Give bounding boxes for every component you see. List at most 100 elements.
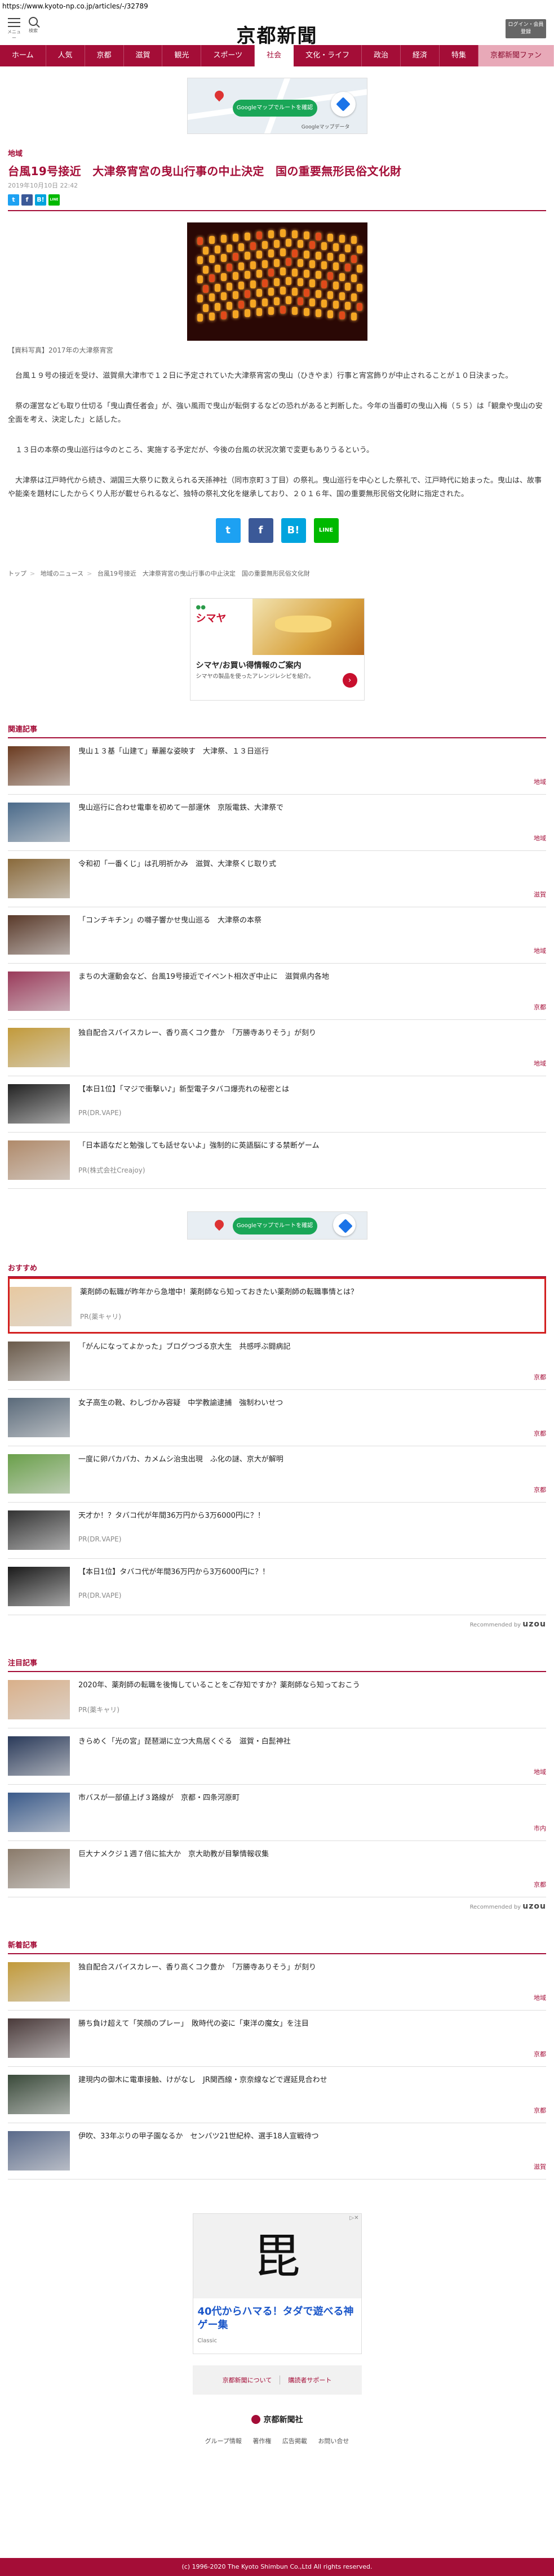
list-item-title[interactable]: 独自配合スパイスカレー、香り高くコク豊か 「万勝寺ありそう」が刻り [78,1962,540,1973]
hatena-icon[interactable]: B! [35,194,46,206]
nav-kyoto[interactable]: 京都 [85,45,124,66]
list-item-title[interactable]: 独自配合スパイスカレー、香り高くコク豊か 「万勝寺ありそう」が刻り [78,1028,540,1039]
directions-icon[interactable] [330,92,356,117]
list-item[interactable]: 「コンチキチン」の囃子響かせ曳山巡る 大津祭の本祭地域 [8,907,546,964]
category-tag[interactable]: 京都 [534,1485,546,1494]
nav-home[interactable]: ホーム [0,45,46,66]
list-item-title[interactable]: 建現内の御木に電車接触、けがなし JR関西線・京奈線などで遅延見合わせ [78,2075,540,2086]
category-tag[interactable]: 京都 [534,2049,546,2058]
article-thumbnail[interactable] [8,2131,70,2171]
category-tag[interactable]: 京都 [534,2106,546,2115]
list-item-title[interactable]: 2020年、薬剤師の転職を後悔していることをご存知ですか？薬剤師なら知っておこう [78,1680,540,1691]
article-thumbnail[interactable] [8,971,70,1011]
nav-features[interactable]: 特集 [440,45,478,66]
list-item-title[interactable]: 「コンチキチン」の囃子響かせ曳山巡る 大津祭の本祭 [78,915,540,926]
list-item[interactable]: 勝ち負け超えて「笑顔のプレー」 敗時代の姿に「東洋の魔女」を注目京都 [8,2011,546,2067]
article-thumbnail[interactable] [8,1567,70,1606]
footer-link-copyright[interactable]: 著作権 [252,2437,271,2445]
facebook-icon[interactable]: f [21,194,33,206]
footer-link-ads[interactable]: 広告掲載 [282,2437,307,2445]
list-item-title[interactable]: まちの大運動会など、台風19号接近でイベント相次ぎ中止に 滋賀県内各地 [78,971,540,983]
login-button[interactable]: ログイン・会員 登録 [506,19,546,38]
breadcrumb-top[interactable]: トップ [8,570,26,577]
list-item[interactable]: 建現内の御木に電車接触、けがなし JR関西線・京奈線などで遅延見合わせ京都 [8,2067,546,2123]
twitter-icon[interactable]: t [215,518,241,543]
article-thumbnail[interactable] [8,1454,70,1494]
article-thumbnail[interactable] [8,915,70,955]
list-item[interactable]: 巨大ナメクジ１週７倍に拡大か 京大助教が目撃情報収集京都 [8,1841,546,1897]
list-item-title[interactable]: きらめく「光の宮」琵琶湖に立つ大鳥居くぐる 滋賀・白髭神社 [78,1736,540,1748]
article-thumbnail[interactable] [8,2075,70,2114]
article-thumbnail[interactable] [8,746,70,786]
list-item-title[interactable]: 曳山１３基「山建て」華麗な姿映す 大津祭、１３日巡行 [78,746,540,757]
nav-economy[interactable]: 経済 [401,45,440,66]
list-item[interactable]: 独自配合スパイスカレー、香り高くコク豊か 「万勝寺ありそう」が刻り地域 [8,1020,546,1076]
recommend-credit[interactable]: Recommended by uzou [0,1620,554,1629]
nav-society[interactable]: 社会 [255,45,294,66]
list-item[interactable]: 「がんになってよかった」ブログつづる京大生 共感呼ぶ闘病記京都 [8,1334,546,1390]
nav-tourism[interactable]: 観光 [162,45,202,66]
list-item[interactable]: 【本日1位】「マジで衝撃い♪」新型電子タバコ爆売れの秘密とは PR(DR.VAPE… [8,1076,546,1133]
category-tag[interactable]: 地域 [534,946,546,955]
facebook-icon[interactable]: f [248,518,273,543]
list-item[interactable]: 女子高生の靴、わしづかみ容疑 中学教諭逮捕 強制わいせつ 京都 [8,1390,546,1446]
category-tag[interactable]: 地域 [534,1767,546,1776]
category-tag[interactable]: 京都 [534,1880,546,1889]
list-item[interactable]: 独自配合スパイスカレー、香り高くコク豊か 「万勝寺ありそう」が刻り 地域 [8,1954,546,2011]
map-ad-mid[interactable]: Googleマップでルートを確認 [187,1211,367,1240]
article-photo[interactable] [187,222,367,341]
featured-credit[interactable]: Recommended by uzou [0,1902,554,1911]
footer-link-contact[interactable]: お問い合せ [318,2437,349,2445]
line-icon[interactable]: LINE [313,518,339,543]
nav-sports[interactable]: スポーツ [201,45,255,66]
list-item[interactable]: 「日本語なだと勉強しても話せないよ」強制的に英語脳にする禁断ゲーム PR(株式会社… [8,1133,546,1189]
map-route-button[interactable]: Googleマップでルートを確認 [232,100,317,117]
list-item-title[interactable]: 巨大ナメクジ１週７倍に拡大か 京大助教が目撃情報収集 [78,1849,540,1860]
article-thumbnail[interactable] [8,1028,70,1067]
article-thumbnail[interactable] [8,803,70,842]
shimaya-ad[interactable]: ●● シマヤ シマヤ/お買い得情報のご案内 シマヤの製品を使ったアレンジレシピを… [189,598,365,701]
article-thumbnail[interactable] [8,1398,70,1437]
category-tag[interactable]: 地域 [534,834,546,843]
game-ad-title[interactable]: 40代からハマる！タダで遊べる神ゲー集 [198,2305,356,2332]
chevron-right-icon[interactable]: › [342,673,357,688]
category-tag[interactable]: 市内 [534,1824,546,1833]
category-tag[interactable]: 京都 [534,1372,546,1381]
article-thumbnail[interactable] [8,1962,70,2002]
article-thumbnail[interactable] [8,1736,70,1776]
list-item-title[interactable]: 薬剤師の転職が昨年から急増中！薬剤師なら知っておきたい薬剤師の転職事情とは？ [80,1287,539,1298]
list-item-title[interactable]: 「がんになってよかった」ブログつづる京大生 共感呼ぶ闘病記 [78,1342,540,1353]
article-thumbnail[interactable] [8,1849,70,1888]
list-item[interactable]: 市バスが一部値上げ３路線が 京都・四条河原町 市内 [8,1785,546,1841]
list-item-title[interactable]: 勝ち負け超えて「笑顔のプレー」 敗時代の姿に「東洋の魔女」を注目 [78,2018,540,2030]
about-link[interactable]: 京都新聞について [223,2376,272,2385]
list-item-title[interactable]: 伊吹、33年ぶりの甲子園なるか センバツ21世紀枠、選手18人宣戦待つ [78,2131,540,2142]
footer-link-group[interactable]: グループ情報 [205,2437,242,2445]
category-tag[interactable]: 地域 [534,1059,546,1068]
nav-politics[interactable]: 政治 [362,45,401,66]
category-tag[interactable]: 京都 [534,1002,546,1011]
article-thumbnail[interactable] [8,1084,70,1124]
category-tag[interactable]: 滋賀 [534,2162,546,2171]
list-item-title[interactable]: 「日本語なだと勉強しても話せないよ」強制的に英語脳にする禁断ゲーム [78,1140,540,1152]
ad-close-icon[interactable]: ▷✕ [349,2215,358,2221]
article-category[interactable]: 地域 [8,148,546,158]
list-item[interactable]: 2020年、薬剤師の転職を後悔していることをご存知ですか？薬剤師なら知っておこう… [8,1672,546,1728]
list-item-title[interactable]: 女子高生の靴、わしづかみ容疑 中学教諭逮捕 強制わいせつ [78,1398,540,1409]
list-item[interactable]: まちの大運動会など、台風19号接近でイベント相次ぎ中止に 滋賀県内各地京都 [8,964,546,1020]
line-icon[interactable]: LINE [48,194,60,206]
list-item[interactable]: 一度に卵パカパカ、カメムシ治虫出現 ふ化の謎、京大が解明京都 [8,1446,546,1503]
article-thumbnail[interactable] [8,1140,70,1180]
footer-logo[interactable]: 京都新聞社 [0,2414,554,2425]
list-item[interactable]: 薬剤師の転職が昨年から急増中！薬剤師なら知っておきたい薬剤師の転職事情とは？ PR… [8,1277,546,1334]
directions-icon[interactable] [333,1214,356,1236]
list-item-title[interactable]: 天才か！？タバコ代が年間36万円から3万6000円に？！ [78,1510,540,1522]
map-ad-top[interactable]: Googleマップでルートを確認 Googleマップデータ [187,78,367,134]
list-item[interactable]: きらめく「光の宮」琵琶湖に立つ大鳥居くぐる 滋賀・白髭神社地域 [8,1728,546,1785]
article-thumbnail[interactable] [10,1287,72,1326]
list-item-title[interactable]: 一度に卵パカパカ、カメムシ治虫出現 ふ化の謎、京大が解明 [78,1454,540,1465]
category-tag[interactable]: 地域 [534,777,546,786]
list-item-title[interactable]: 【本日1位】「マジで衝撃い♪」新型電子タバコ爆売れの秘密とは [78,1084,540,1095]
list-item[interactable]: 伊吹、33年ぶりの甲子園なるか センバツ21世紀枠、選手18人宣戦待つ滋賀 [8,2123,546,2180]
site-logo[interactable]: 京都新聞 [0,20,554,48]
